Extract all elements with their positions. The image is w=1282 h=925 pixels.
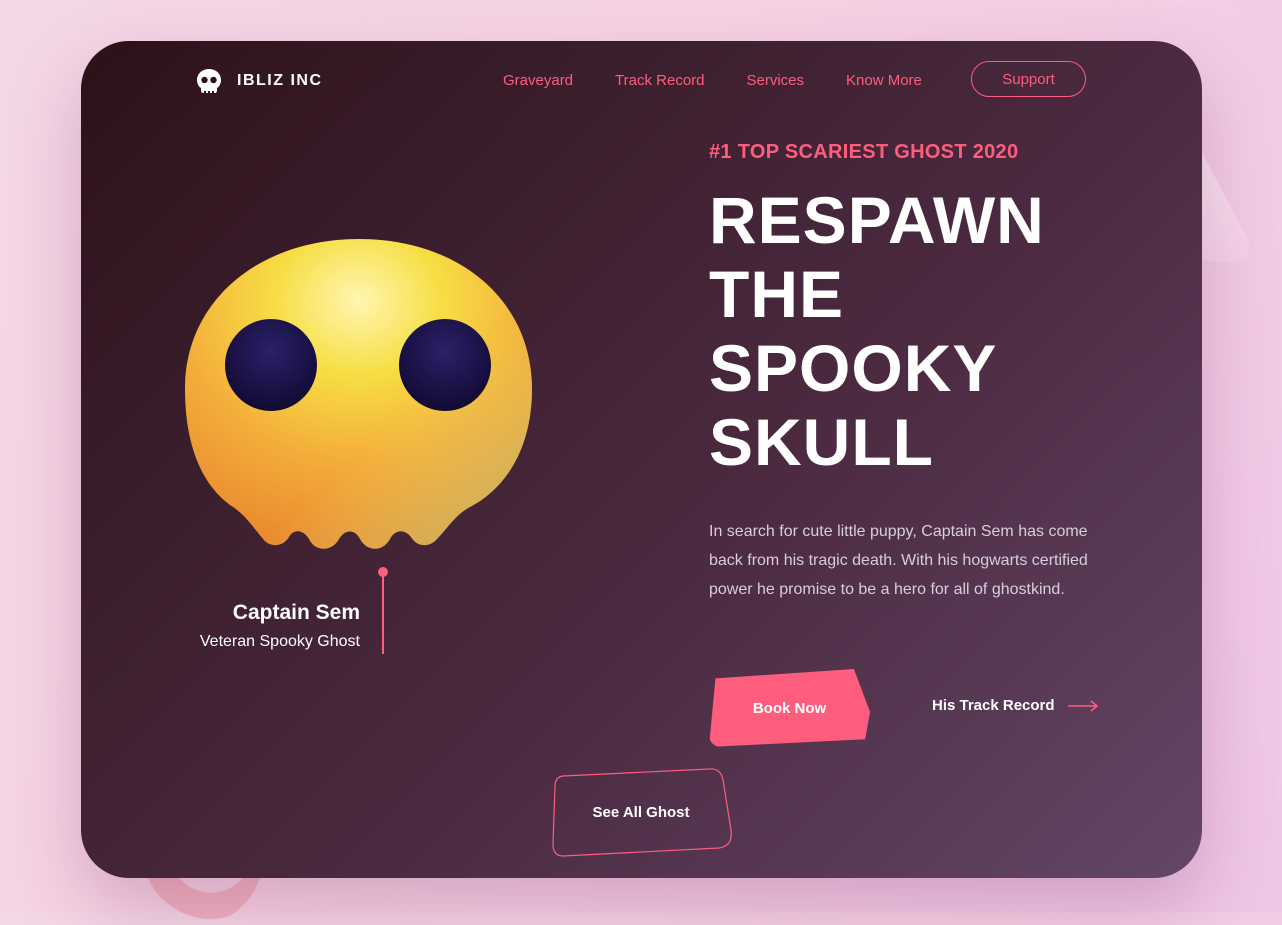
skull-left-eye [225,319,317,411]
book-now-label: Book Now [752,699,827,717]
headline-line: SPOOKY [709,331,998,405]
hero-card: IBLIZ INC Graveyard Track Record Service… [81,41,1202,878]
headline-line: RESPAWN [709,183,1045,257]
hero-headline: RESPAWN THE SPOOKY SKULL [709,183,1045,479]
track-record-label: His Track Record [932,697,1055,714]
main-nav: Graveyard Track Record Services Know Mor… [503,72,964,89]
hero-kicker: #1 TOP SCARIEST GHOST 2020 [709,141,1019,163]
skull-right-eye [399,319,491,411]
brand-logo[interactable]: IBLIZ INC [195,67,323,95]
character-role: Veteran Spooky Ghost [199,633,360,650]
nav-know-more[interactable]: Know More [846,72,922,89]
nav-graveyard[interactable]: Graveyard [503,72,573,89]
character-pointer-line [382,574,384,654]
character-name: Captain Sem [232,601,360,624]
nav-track-record[interactable]: Track Record [615,72,704,89]
see-all-label: See All Ghost [592,803,690,821]
arrow-right-icon [1067,699,1098,712]
headline-line: THE [709,257,844,331]
skull-icon [197,69,221,93]
headline-line: SKULL [709,405,934,479]
track-record-link[interactable]: His Track Record [932,697,1099,714]
brand-name: IBLIZ INC [237,72,323,89]
book-now-button[interactable]: Book Now [709,669,870,747]
nav-services[interactable]: Services [747,72,805,89]
support-button[interactable]: Support [971,61,1086,97]
skull-illustration [185,239,532,549]
see-all-ghost-button[interactable]: See All Ghost [551,768,732,857]
hero-description: In search for cute little puppy, Captain… [709,523,1088,598]
